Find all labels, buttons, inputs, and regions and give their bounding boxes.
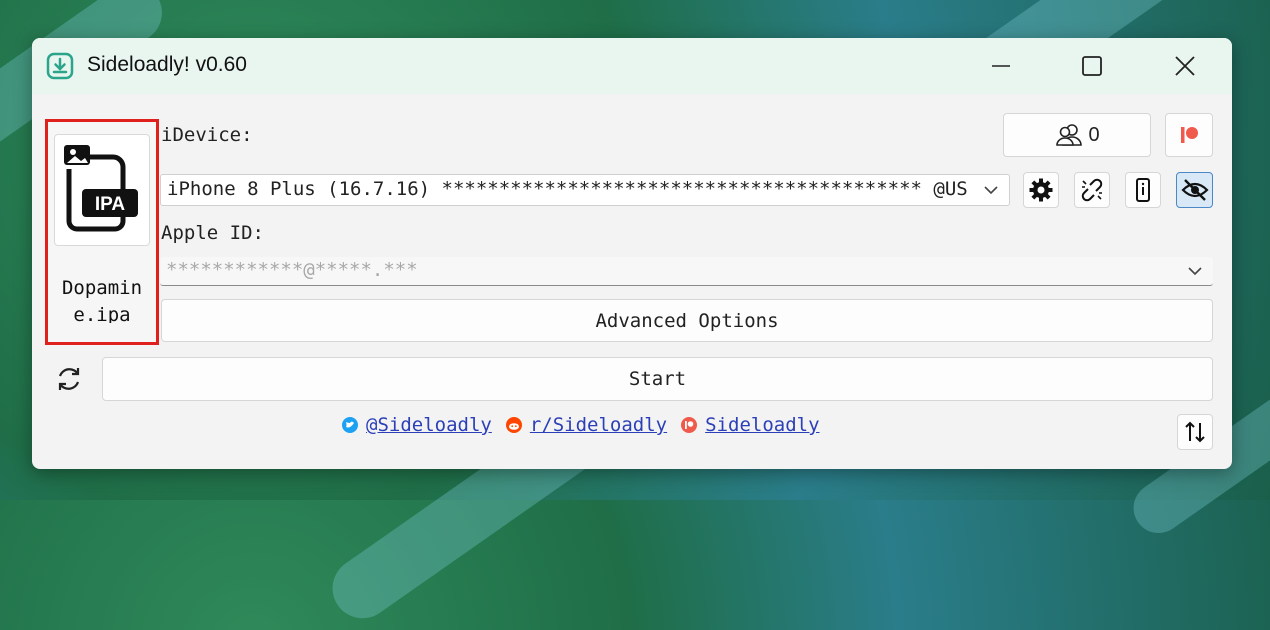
sort-arrows-icon	[1185, 421, 1205, 443]
people-icon	[1056, 124, 1083, 146]
footer-links: @Sideloadly r/Sideloadly Sideloadly	[342, 414, 820, 436]
device-select-value: iPhone 8 Plus (16.7.16) ****************…	[167, 178, 968, 200]
ipa-file-card[interactable]: IPA	[54, 134, 150, 246]
sideloadly-window: Sideloadly! v0.60 IPA Dopamine.ipa iDevi…	[32, 38, 1232, 469]
sort-button[interactable]	[1177, 414, 1213, 450]
peers-count: 0	[1088, 123, 1100, 146]
unlink-button[interactable]	[1074, 172, 1110, 208]
idevice-label: iDevice:	[161, 124, 253, 146]
eye-off-icon	[1180, 179, 1209, 201]
ipa-file-icon: IPA	[64, 145, 138, 232]
apple-id-label: Apple ID:	[161, 222, 264, 244]
minimize-button[interactable]	[983, 50, 1019, 82]
device-select[interactable]: iPhone 8 Plus (16.7.16) ****************…	[160, 174, 1010, 206]
apple-id-field[interactable]: ************@*****.***	[160, 257, 1213, 286]
refresh-button[interactable]	[52, 362, 86, 396]
ipa-file-name: Dopamine.ipa	[61, 277, 143, 323]
device-info-button[interactable]	[1125, 172, 1161, 208]
phone-info-icon	[1136, 178, 1150, 202]
title-bar: Sideloadly! v0.60	[32, 38, 1232, 94]
refresh-icon	[58, 368, 80, 390]
patreon-button[interactable]	[1165, 113, 1213, 157]
settings-button[interactable]	[1023, 172, 1059, 208]
ipa-file-selector[interactable]: IPA Dopamine.ipa	[45, 119, 159, 345]
chevron-down-icon	[984, 186, 998, 195]
patreon-icon	[1181, 127, 1198, 143]
patreon-small-icon	[681, 417, 698, 433]
twitter-icon	[342, 417, 358, 433]
chevron-down-icon	[1188, 267, 1202, 276]
gear-icon	[1029, 178, 1053, 202]
start-button[interactable]: Start	[102, 357, 1213, 401]
peers-button[interactable]: 0	[1003, 113, 1151, 157]
patreon-link[interactable]: Sideloadly	[705, 414, 819, 436]
twitter-link[interactable]: @Sideloadly	[366, 414, 492, 436]
broken-link-icon	[1081, 178, 1103, 202]
toggle-visibility-button[interactable]	[1176, 172, 1213, 208]
ipa-icon-label: IPA	[95, 194, 126, 215]
advanced-options-button[interactable]: Advanced Options	[161, 299, 1213, 342]
reddit-icon	[505, 417, 522, 433]
apple-id-placeholder: ************@*****.***	[166, 259, 418, 281]
window-title: Sideloadly! v0.60	[87, 53, 247, 76]
close-button[interactable]	[1167, 50, 1203, 82]
reddit-link[interactable]: r/Sideloadly	[530, 414, 667, 436]
download-box-icon	[44, 50, 76, 82]
maximize-button[interactable]	[1074, 50, 1110, 82]
